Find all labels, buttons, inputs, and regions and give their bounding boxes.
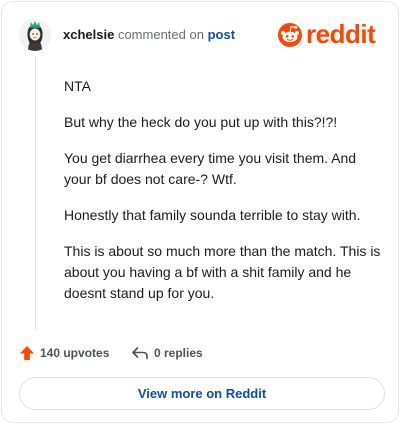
reply-arrow-icon: [132, 347, 148, 360]
view-more-button[interactable]: View more on Reddit: [19, 377, 385, 410]
avatar[interactable]: [19, 19, 51, 51]
avatar-illustration-icon: [19, 19, 51, 51]
post-link[interactable]: post: [208, 27, 235, 42]
comment-paragraph: You get diarrhea every time you visit th…: [64, 150, 357, 187]
upvote-count: 140 upvotes: [40, 346, 110, 360]
reddit-logo-icon: [278, 23, 302, 47]
upvote-button[interactable]: 140 upvotes: [19, 343, 109, 363]
comment-byline: xchelsie commented on post: [63, 28, 235, 42]
embedded-comment-card: xchelsie commented on post reddit NTA Bu…: [1, 1, 399, 423]
comment-paragraph: Honestly that family sounda terrible to …: [64, 207, 361, 223]
comment-paragraph: This is about so much more than the matc…: [64, 243, 381, 301]
comment-body: NTA But why the heck do you put up with …: [64, 76, 382, 319]
reply-count: 0 replies: [154, 346, 203, 360]
comment-actions: 140 upvotes 0 replies: [19, 343, 381, 363]
reddit-wordmark: reddit: [306, 19, 376, 49]
reply-button[interactable]: 0 replies: [131, 343, 203, 363]
thread-line: [35, 56, 36, 330]
action-text: commented on: [117, 27, 204, 42]
username-link[interactable]: xchelsie: [63, 27, 114, 42]
upvote-arrow-icon: [20, 346, 34, 360]
reddit-logo[interactable]: reddit: [276, 19, 382, 49]
comment-paragraph: NTA: [64, 78, 91, 94]
comment-paragraph: But why the heck do you put up with this…: [64, 114, 338, 130]
comment-header: xchelsie commented on post reddit: [19, 19, 382, 51]
